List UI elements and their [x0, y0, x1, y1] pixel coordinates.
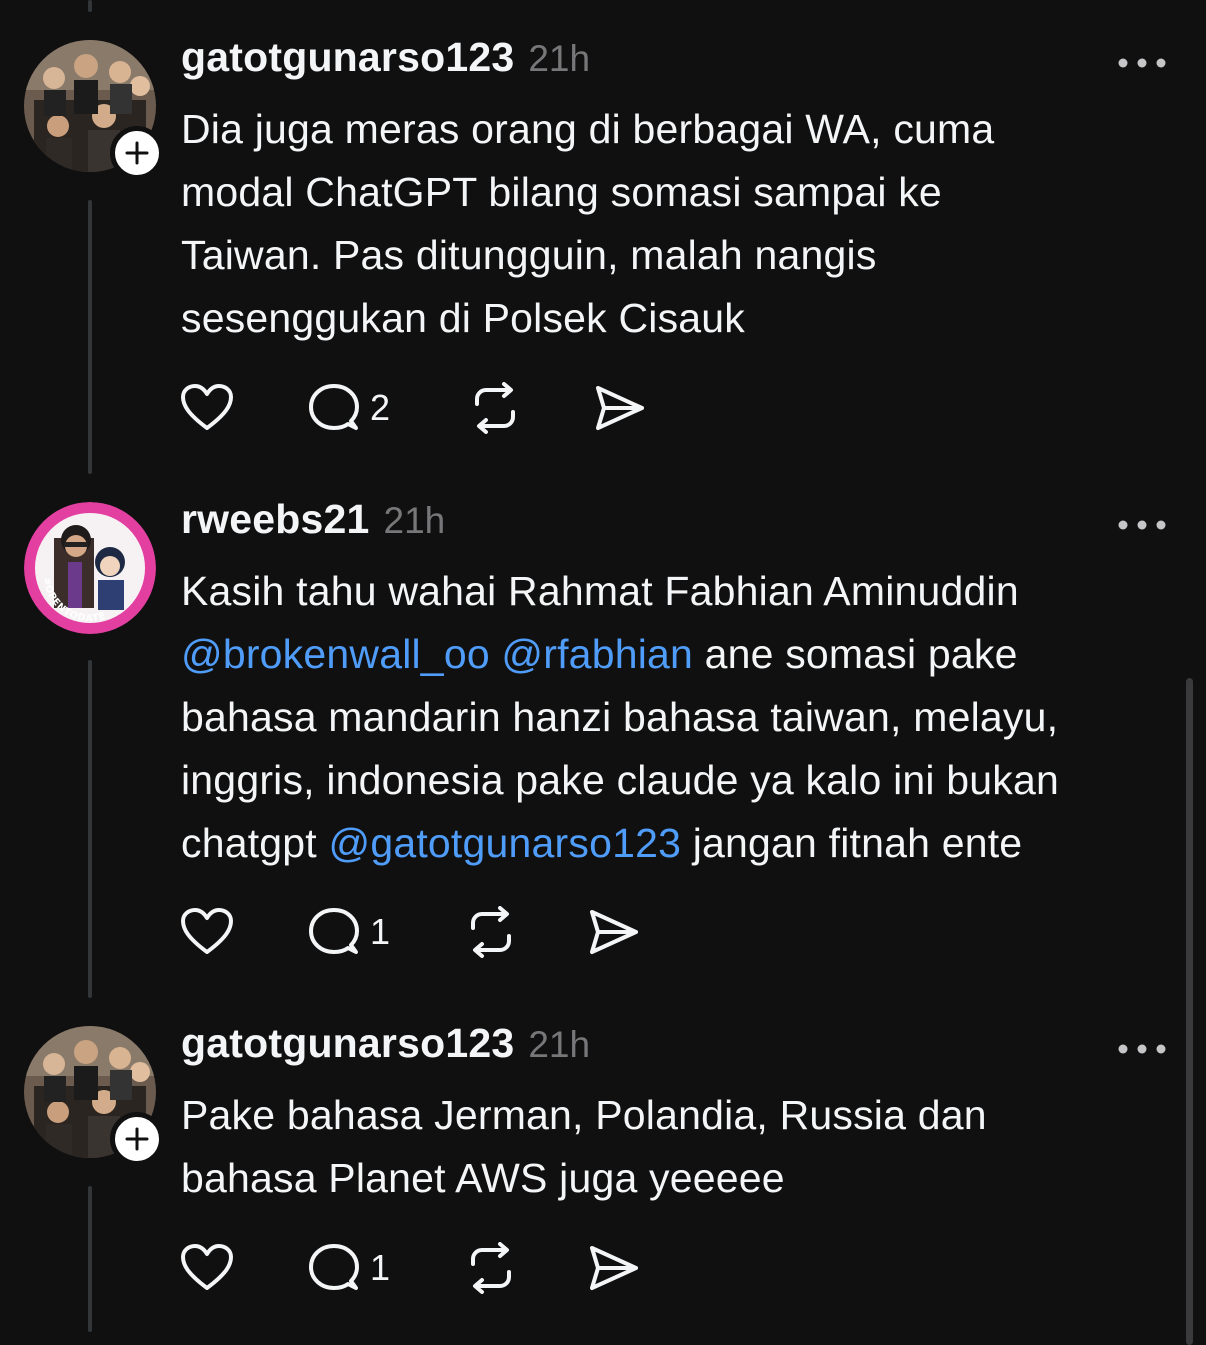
comment-icon [309, 908, 359, 954]
reply-button[interactable]: 1 [308, 1240, 390, 1296]
mention-link[interactable]: @rfabhian [501, 631, 693, 677]
post-body-text: ane somasi pake [704, 631, 1018, 677]
reply-button[interactable]: 1 [308, 904, 390, 960]
reply-count: 1 [370, 911, 391, 952]
thread-line [88, 1186, 92, 1332]
follow-button[interactable] [110, 126, 164, 180]
username[interactable]: rweebs21 [181, 496, 370, 543]
like-button[interactable] [180, 1240, 234, 1296]
post-body-line: Kasih tahu wahai Rahmat Fabhian Aminuddi… [181, 568, 1019, 614]
timestamp[interactable]: 21h [528, 38, 590, 80]
comment-icon [309, 384, 359, 430]
post-header: gatotgunarso123 21h [181, 1020, 590, 1070]
post-body: Dia juga meras orang di berbagai WA, cum… [181, 98, 1171, 350]
post-body: Kasih tahu wahai Rahmat Fabhian Aminuddi… [181, 560, 1171, 875]
thread-line [88, 200, 92, 474]
like-button[interactable] [180, 904, 234, 960]
plus-icon [125, 1127, 149, 1151]
thread-line [88, 660, 92, 998]
post-body-line: bahasa Planet AWS juga yeeeee [181, 1155, 785, 1201]
more-icon[interactable] [1116, 55, 1168, 71]
post-body-line: Pake bahasa Jerman, Polandia, Russia dan [181, 1092, 987, 1138]
post-header: rweebs21 21h [181, 496, 445, 546]
post-body-text: chatgpt [181, 820, 317, 866]
avatar-wrap [24, 40, 164, 180]
plus-icon [125, 141, 149, 165]
send-icon [590, 910, 638, 954]
repost-icon [471, 1242, 511, 1294]
send-icon [596, 386, 644, 430]
post-body-text: jangan fitnah ente [692, 820, 1023, 866]
repost-icon [475, 382, 515, 434]
more-icon[interactable] [1116, 1041, 1168, 1057]
scrollbar[interactable] [1186, 678, 1193, 1345]
avatar-wrap: #OPENTODATE [24, 502, 156, 634]
repost-button[interactable] [464, 904, 518, 960]
reply-button[interactable]: 2 [308, 380, 390, 436]
post-header: gatotgunarso123 21h [181, 34, 590, 84]
avatar[interactable]: #OPENTODATE [24, 502, 156, 634]
follow-button[interactable] [110, 1112, 164, 1166]
username[interactable]: gatotgunarso123 [181, 34, 514, 81]
send-icon [590, 1246, 638, 1290]
more-icon[interactable] [1116, 517, 1168, 533]
heart-icon [181, 1244, 233, 1290]
post-body-line: chatgpt @gatotgunarso123 jangan fitnah e… [181, 812, 1171, 875]
post-body-line: bahasa mandarin hanzi bahasa taiwan, mel… [181, 694, 1059, 740]
post-body-line: Dia juga meras orang di berbagai WA, cum… [181, 106, 995, 152]
share-button[interactable] [588, 904, 640, 960]
reply-count: 1 [370, 1247, 391, 1288]
mention-link[interactable]: @gatotgunarso123 [329, 820, 682, 866]
share-button[interactable] [594, 380, 646, 436]
timestamp[interactable]: 21h [528, 1024, 590, 1066]
comment-icon [309, 1244, 359, 1290]
heart-icon [181, 384, 233, 430]
thread-line-top [88, 0, 92, 12]
post-body-line: @brokenwall_oo @rfabhian ane somasi pake [181, 623, 1171, 686]
post-body-line: modal ChatGPT bilang somasi sampai ke [181, 169, 942, 215]
repost-button[interactable] [464, 1240, 518, 1296]
post-body-line: Taiwan. Pas ditungguin, malah nangis [181, 232, 877, 278]
avatar-wrap [24, 1026, 164, 1166]
like-button[interactable] [180, 380, 234, 436]
repost-button[interactable] [468, 380, 522, 436]
heart-icon [181, 908, 233, 954]
repost-icon [471, 906, 511, 958]
timestamp[interactable]: 21h [384, 500, 446, 542]
post-body-line: inggris, indonesia pake claude ya kalo i… [181, 757, 1060, 803]
mention-link[interactable]: @brokenwall_oo [181, 631, 490, 677]
username[interactable]: gatotgunarso123 [181, 1020, 514, 1067]
reply-count: 2 [370, 387, 391, 428]
post-body: Pake bahasa Jerman, Polandia, Russia dan… [181, 1084, 1171, 1210]
post-body-line: sesenggukan di Polsek Cisauk [181, 295, 745, 341]
share-button[interactable] [588, 1240, 640, 1296]
